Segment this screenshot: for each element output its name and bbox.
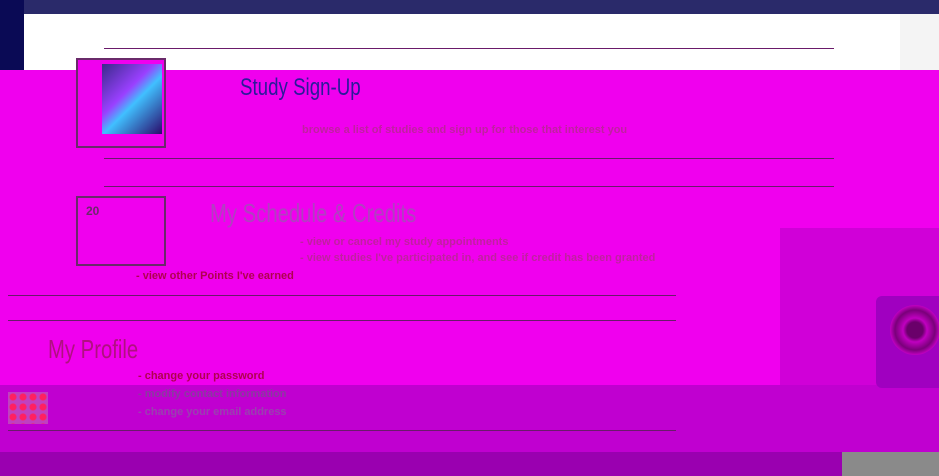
schedule-title[interactable]: My Schedule & Credits [210,198,416,229]
divider [8,430,676,431]
divider [8,295,676,296]
calendar-icon: 20 [86,204,100,218]
divider [8,320,676,321]
study-signup-thumbnail[interactable] [76,58,166,148]
profile-thumbnail[interactable] [8,392,48,424]
schedule-item-1: - view or cancel my study appointments [300,236,509,248]
footer-strip [0,452,939,476]
profile-item-2: - modify contact information [138,388,287,400]
schedule-item-2: - view studies I've participated in, and… [300,252,656,264]
speaker-icon [890,305,939,355]
divider [104,48,834,49]
schedule-item-3: - view other Points I've earned [136,270,294,282]
header-panel-right [900,14,939,74]
profile-title[interactable]: My Profile [48,334,138,365]
divider [104,186,834,187]
profile-item-1: - change your password [138,370,265,382]
study-signup-title[interactable]: Study Sign-Up [240,74,361,102]
study-signup-desc: browse a list of studies and sign up for… [302,124,628,136]
clipboard-icon [102,64,162,134]
footer-corner [842,452,939,476]
divider [104,158,834,159]
schedule-thumbnail[interactable]: 20 [76,196,166,266]
profile-item-3: - change your email address [138,406,287,418]
